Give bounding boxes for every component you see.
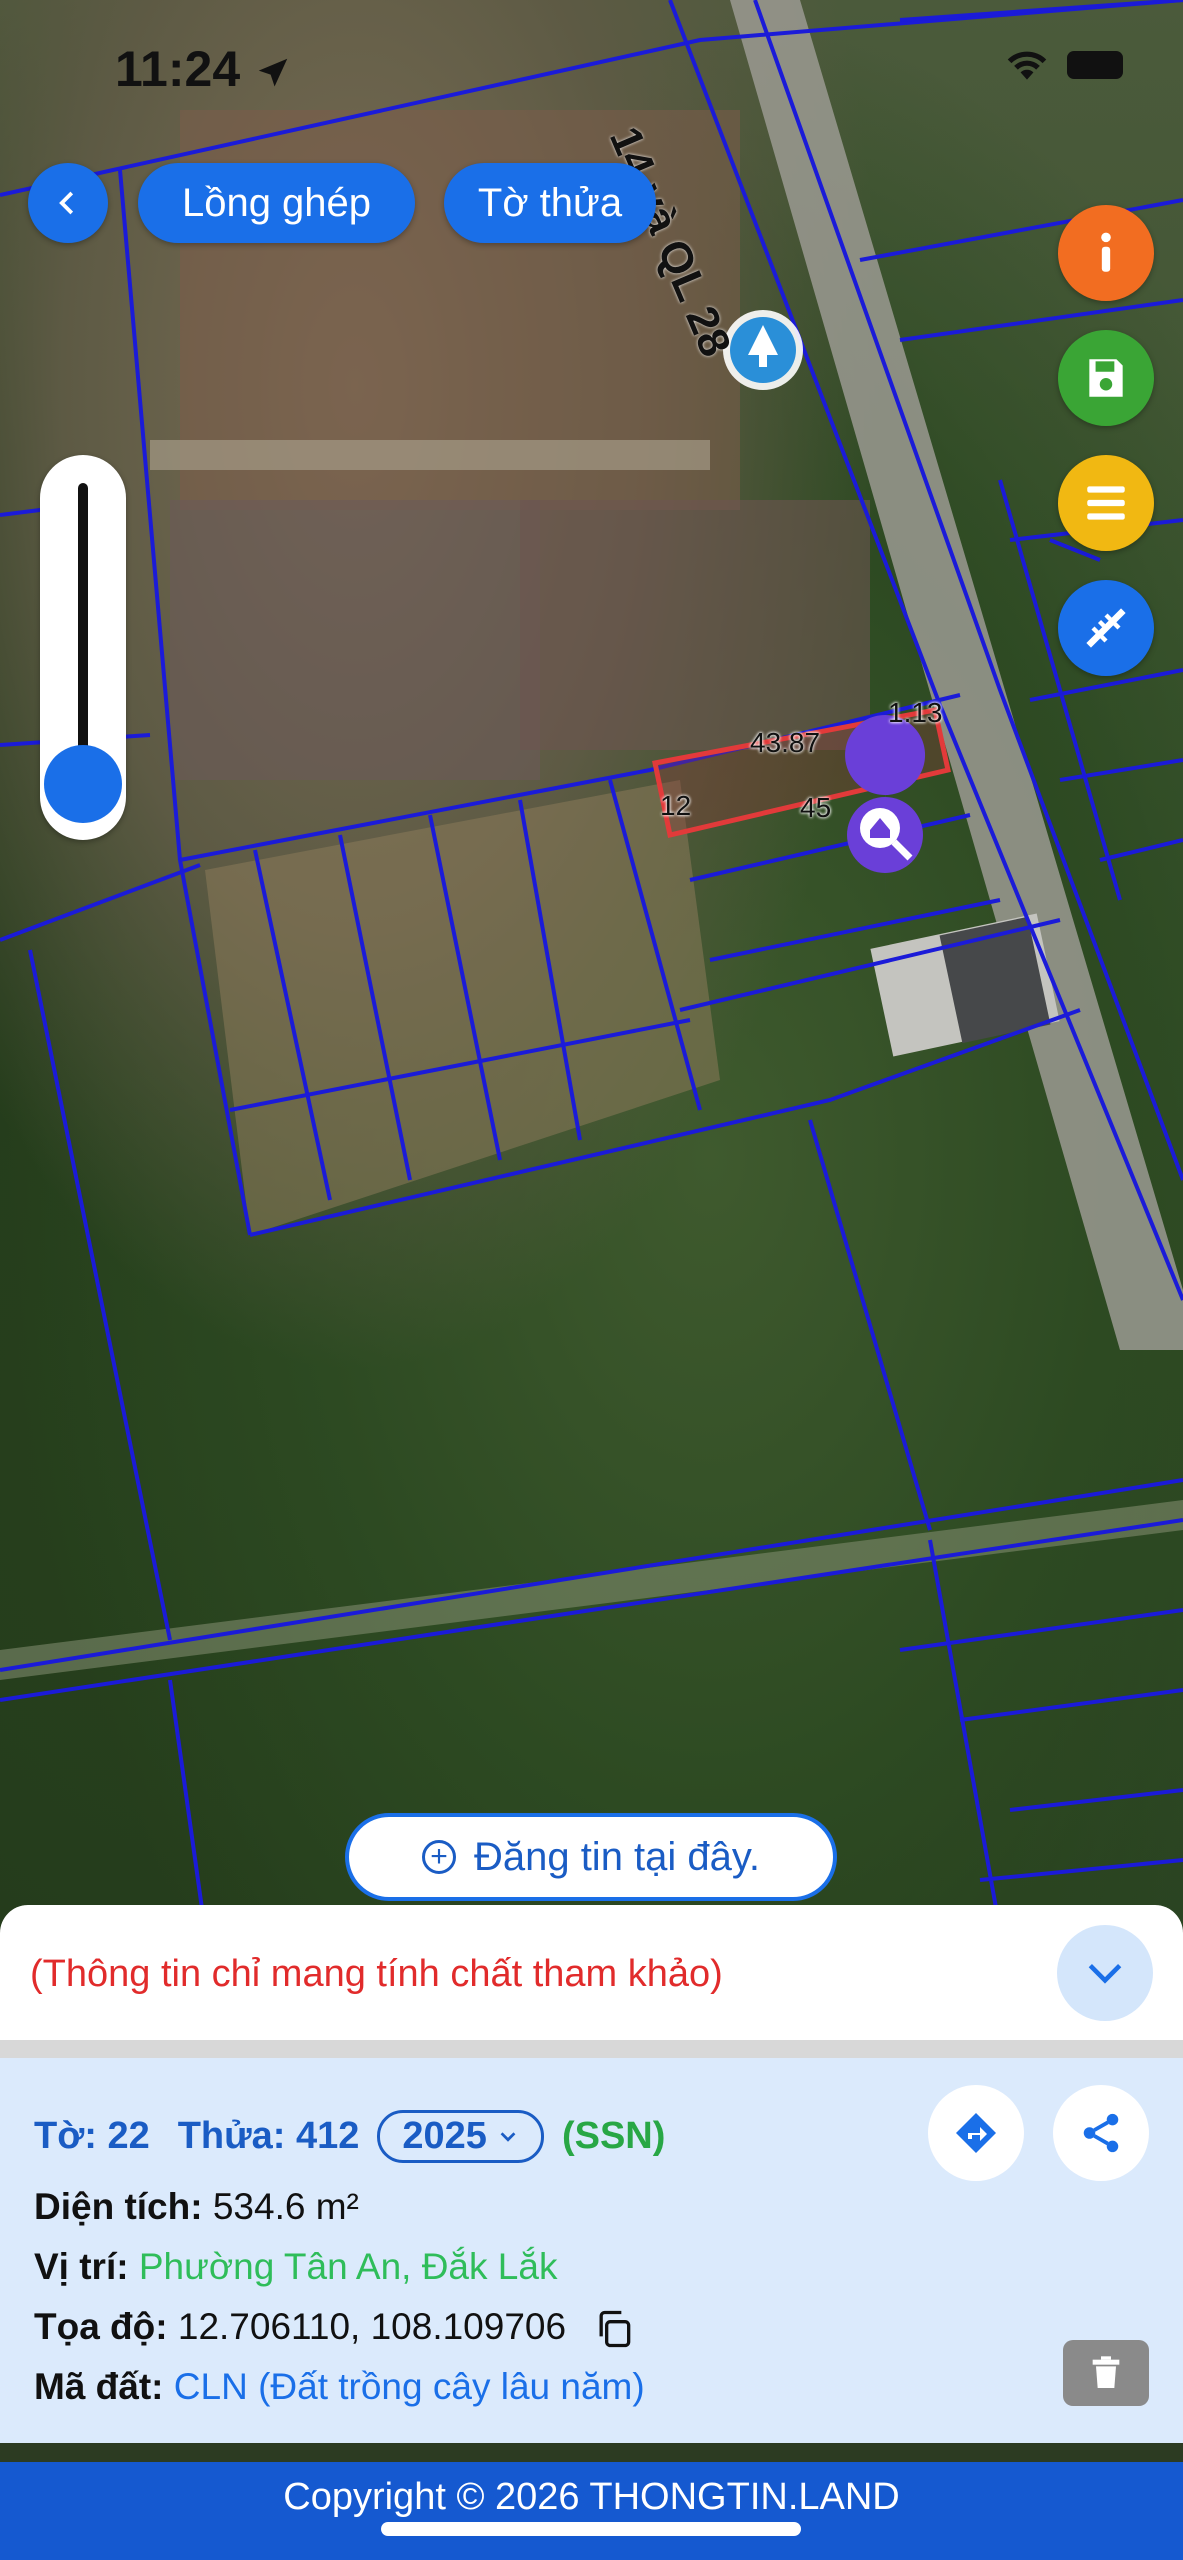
to-label: Tờ: 22	[34, 2115, 150, 2157]
slider-track	[78, 483, 88, 783]
post-listing-label: Đăng tin tại đây.	[473, 1834, 761, 1879]
long-ghep-button[interactable]: Lồng ghép	[138, 163, 415, 243]
directions-button[interactable]	[928, 2085, 1024, 2181]
area-label: Diện tích:	[34, 2186, 203, 2227]
area-row: Diện tích: 534.6 m²	[34, 2186, 359, 2228]
location-value[interactable]: Phường Tân An, Đắk Lắk	[139, 2246, 558, 2287]
footer: Copyright © 2026 THONGTIN.LAND	[0, 2462, 1183, 2560]
year-value: 2025	[402, 2115, 487, 2157]
parcel-code: (SSN)	[561, 2115, 666, 2157]
land-code-label: Mã đất:	[34, 2366, 164, 2407]
dimension-label-right: 1.13	[888, 697, 943, 728]
zoom-slider[interactable]	[40, 455, 126, 840]
map-view[interactable]: 14 và QL 28 43.87 1.13 12 45	[0, 0, 1183, 1930]
land-code-value[interactable]: CLN (Đất trồng cây lâu năm)	[174, 2366, 645, 2407]
time-text: 11:24	[115, 41, 241, 97]
parcel-boundaries	[0, 0, 1183, 1930]
trash-icon	[1092, 2356, 1120, 2388]
save-icon	[1089, 359, 1123, 397]
battery-icon	[1067, 51, 1123, 79]
share-button[interactable]	[1053, 2085, 1149, 2181]
status-time: 11:24	[115, 40, 292, 98]
ruler-pencil-icon	[1086, 608, 1126, 648]
plus-circle-icon: +	[421, 1840, 456, 1874]
wifi-icon	[1007, 51, 1047, 80]
back-button[interactable]	[28, 163, 108, 243]
divider	[0, 2040, 1183, 2058]
copy-icon[interactable]	[592, 2307, 636, 2351]
collapse-button[interactable]	[1057, 1925, 1153, 2021]
coordinates-label: Tọa độ:	[34, 2306, 168, 2347]
home-indicator[interactable]	[381, 2522, 801, 2536]
chevron-down-icon	[1088, 1964, 1122, 1984]
save-button[interactable]	[1058, 330, 1154, 426]
post-listing-button[interactable]: + Đăng tin tại đây.	[345, 1813, 837, 1901]
info-button[interactable]	[1058, 205, 1154, 301]
tree-marker	[723, 310, 803, 390]
copyright-text: Copyright © 2026 THONGTIN.LAND	[283, 2476, 900, 2518]
slider-knob[interactable]	[44, 745, 122, 823]
list-button[interactable]	[1058, 455, 1154, 551]
location-label: Vị trí:	[34, 2246, 129, 2287]
chevron-down-icon	[500, 2131, 516, 2142]
coordinates-value: 12.706110, 108.109706	[177, 2306, 567, 2347]
dimension-label-left: 12	[660, 790, 692, 821]
info-icon	[1101, 232, 1111, 272]
list-icon	[1087, 486, 1125, 520]
directions-icon	[956, 2113, 996, 2153]
notice-text: (Thông tin chỉ mang tính chất tham khảo)	[30, 1953, 723, 1995]
dimension-label-bottom: 45	[800, 792, 832, 823]
status-icons	[1005, 48, 1123, 82]
location-arrow-icon	[258, 58, 288, 87]
search-location-marker	[845, 714, 926, 900]
land-code-row: Mã đất: CLN (Đất trồng cây lâu năm)	[34, 2366, 645, 2408]
share-icon	[1083, 2113, 1119, 2153]
area-value: 534.6 m²	[212, 2186, 359, 2227]
draw-tool-button[interactable]	[1058, 580, 1154, 676]
thua-label: Thửa: 412	[177, 2115, 360, 2157]
coordinates-row: Tọa độ: 12.706110, 108.109706	[34, 2306, 636, 2351]
year-select[interactable]: 2025	[377, 2110, 544, 2163]
to-thua-button[interactable]: Tờ thửa	[444, 163, 656, 243]
parcel-header-row: Tờ: 22 Thửa: 412 2025 (SSN)	[34, 2110, 665, 2163]
chevron-left-icon	[59, 191, 74, 215]
delete-button[interactable]	[1063, 2340, 1149, 2406]
location-row: Vị trí: Phường Tân An, Đắk Lắk	[34, 2246, 557, 2288]
dimension-label-top: 43.87	[750, 727, 821, 758]
notice-bar: (Thông tin chỉ mang tính chất tham khảo)	[0, 1905, 1183, 2040]
